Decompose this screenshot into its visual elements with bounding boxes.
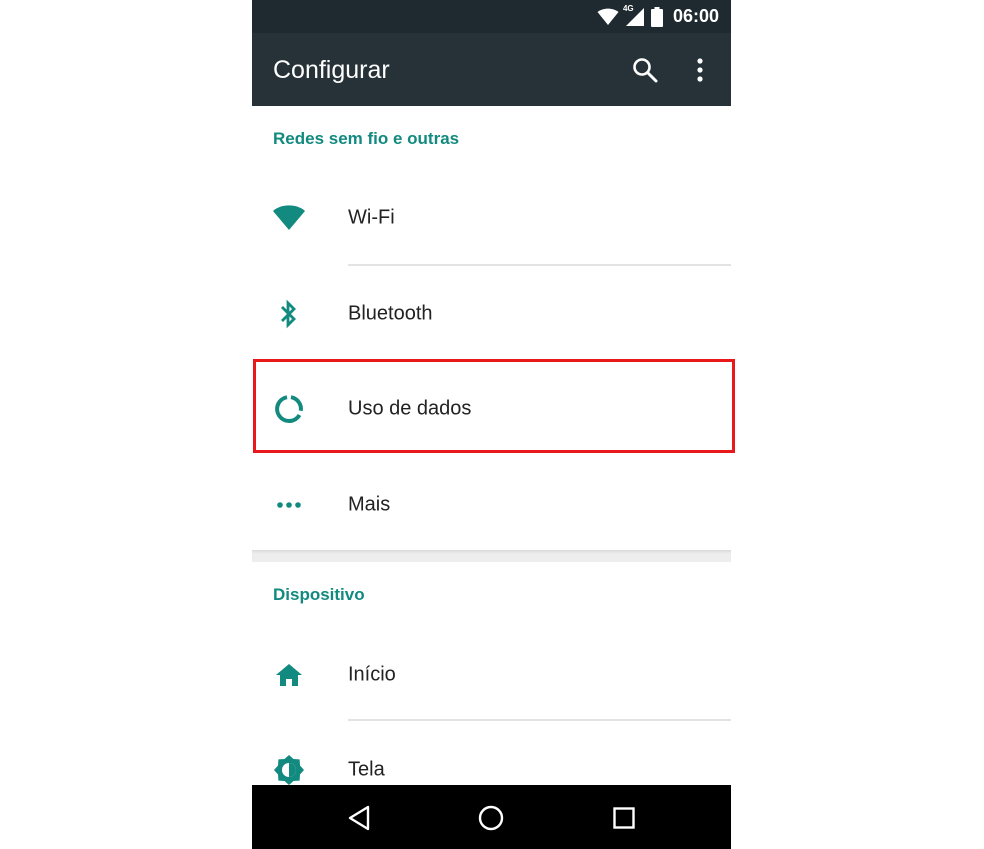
home-icon — [272, 658, 306, 692]
back-icon — [348, 805, 370, 831]
page-title: Configurar — [273, 56, 390, 84]
wifi-icon — [272, 201, 306, 235]
network-type-label: 4G — [622, 3, 634, 13]
settings-item-label: Uso de dados — [348, 397, 472, 419]
bluetooth-icon — [272, 297, 306, 331]
divider — [348, 719, 731, 721]
settings-item-label: Wi-Fi — [348, 206, 395, 228]
settings-item-label: Bluetooth — [348, 302, 433, 324]
status-icons: 4G 06:00 — [597, 0, 719, 33]
recents-icon — [613, 807, 635, 829]
more-options-button[interactable] — [688, 55, 712, 85]
battery-icon — [650, 6, 663, 27]
cell-signal-icon: 4G — [622, 3, 645, 27]
search-icon — [633, 58, 658, 83]
navigation-bar — [252, 785, 731, 849]
status-bar: 4G 06:00 — [252, 0, 731, 33]
settings-item-data-usage[interactable]: Uso de dados — [252, 361, 731, 456]
status-time: 06:00 — [672, 6, 719, 26]
settings-item-home[interactable]: Início — [252, 627, 731, 722]
recents-button[interactable] — [607, 801, 641, 835]
back-button[interactable] — [342, 801, 376, 835]
app-bar: Configurar — [252, 33, 731, 106]
settings-item-bluetooth[interactable]: Bluetooth — [252, 266, 731, 361]
section-header-device: Dispositivo — [273, 585, 365, 604]
more-horiz-icon — [272, 488, 306, 522]
settings-item-wifi[interactable]: Wi-Fi — [252, 170, 731, 265]
home-circle-icon — [478, 805, 504, 831]
settings-item-label: Mais — [348, 493, 391, 515]
settings-item-label: Início — [348, 663, 396, 685]
data-usage-icon — [272, 392, 306, 426]
section-separator — [252, 550, 731, 562]
settings-item-label: Tela — [348, 758, 385, 780]
brightness-icon — [272, 753, 306, 787]
section-header-wireless: Redes sem fio e outras — [273, 129, 460, 148]
settings-item-more[interactable]: Mais — [252, 457, 731, 552]
more-vert-icon — [697, 58, 703, 82]
search-button[interactable] — [630, 55, 660, 85]
wifi-status-icon — [597, 8, 619, 26]
phone-screen: 4G 06:00 Configurar Redes sem fio e outr… — [252, 0, 731, 849]
home-nav-button[interactable] — [474, 801, 508, 835]
